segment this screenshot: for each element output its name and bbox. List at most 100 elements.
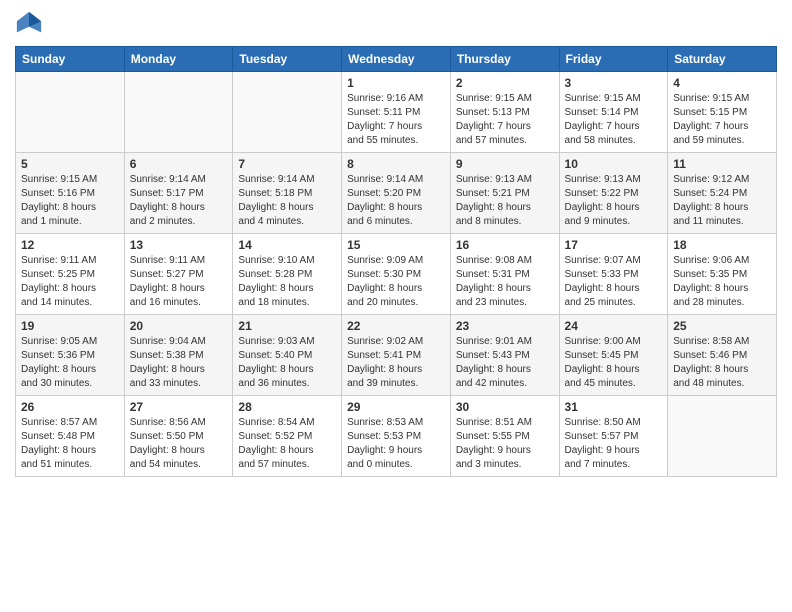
day-info: Sunrise: 9:13 AM Sunset: 5:21 PM Dayligh… <box>456 173 554 229</box>
day-header-thursday: Thursday <box>450 47 559 72</box>
logo <box>15 10 47 38</box>
day-number: 23 <box>456 319 554 333</box>
calendar-cell: 9 Sunrise: 9:13 AM Sunset: 5:21 PM Daylig… <box>450 153 559 234</box>
day-header-tuesday: Tuesday <box>233 47 342 72</box>
day-number: 4 <box>673 76 771 90</box>
day-number: 15 <box>347 238 445 252</box>
day-info: Sunrise: 9:01 AM Sunset: 5:43 PM Dayligh… <box>456 335 554 391</box>
day-info: Sunrise: 9:14 AM Sunset: 5:18 PM Dayligh… <box>238 173 336 229</box>
day-number: 21 <box>238 319 336 333</box>
day-info: Sunrise: 9:15 AM Sunset: 5:14 PM Dayligh… <box>565 92 663 148</box>
calendar-cell: 12 Sunrise: 9:11 AM Sunset: 5:25 PM Dayli… <box>16 234 125 315</box>
calendar-cell <box>16 72 125 153</box>
day-info: Sunrise: 9:02 AM Sunset: 5:41 PM Dayligh… <box>347 335 445 391</box>
week-row: 26Sunrise: 8:57 AM Sunset: 5:48 PM Dayli… <box>16 396 777 477</box>
day-number: 31 <box>565 400 663 414</box>
calendar-cell: 3 Sunrise: 9:15 AM Sunset: 5:14 PM Daylig… <box>559 72 668 153</box>
calendar-cell: 11 Sunrise: 9:12 AM Sunset: 5:24 PM Dayli… <box>668 153 777 234</box>
calendar-table: SundayMondayTuesdayWednesdayThursdayFrid… <box>15 46 777 477</box>
calendar-cell <box>124 72 233 153</box>
calendar-cell: 29 Sunrise: 8:53 AM Sunset: 5:53 PM Dayli… <box>342 396 451 477</box>
day-number: 24 <box>565 319 663 333</box>
calendar-cell: 10 Sunrise: 9:13 AM Sunset: 5:22 PM Dayli… <box>559 153 668 234</box>
day-info: Sunrise: 8:51 AM Sunset: 5:55 PM Dayligh… <box>456 416 554 472</box>
calendar-cell: 5 Sunrise: 9:15 AM Sunset: 5:16 PM Daylig… <box>16 153 125 234</box>
day-info: Sunrise: 8:58 AM Sunset: 5:46 PM Dayligh… <box>673 335 771 391</box>
day-number: 3 <box>565 76 663 90</box>
week-row: 12 Sunrise: 9:11 AM Sunset: 5:25 PM Dayli… <box>16 234 777 315</box>
day-number: 12 <box>21 238 119 252</box>
day-header-wednesday: Wednesday <box>342 47 451 72</box>
day-number: 10 <box>565 157 663 171</box>
calendar-cell: 22 Sunrise: 9:02 AM Sunset: 5:41 PM Dayli… <box>342 315 451 396</box>
calendar-cell: 17Sunrise: 9:07 AM Sunset: 5:33 PM Dayli… <box>559 234 668 315</box>
calendar-cell <box>233 72 342 153</box>
day-info: Sunrise: 9:08 AM Sunset: 5:31 PM Dayligh… <box>456 254 554 310</box>
day-info: Sunrise: 8:57 AM Sunset: 5:48 PM Dayligh… <box>21 416 119 472</box>
day-number: 16 <box>456 238 554 252</box>
logo-icon <box>15 10 43 38</box>
day-header-monday: Monday <box>124 47 233 72</box>
week-row: 5 Sunrise: 9:15 AM Sunset: 5:16 PM Daylig… <box>16 153 777 234</box>
day-number: 29 <box>347 400 445 414</box>
day-info: Sunrise: 8:53 AM Sunset: 5:53 PM Dayligh… <box>347 416 445 472</box>
day-header-sunday: Sunday <box>16 47 125 72</box>
day-number: 5 <box>21 157 119 171</box>
week-row: 1 Sunrise: 9:16 AM Sunset: 5:11 PM Daylig… <box>16 72 777 153</box>
calendar-cell: 2 Sunrise: 9:15 AM Sunset: 5:13 PM Daylig… <box>450 72 559 153</box>
calendar-cell: 31Sunrise: 8:50 AM Sunset: 5:57 PM Dayli… <box>559 396 668 477</box>
day-number: 13 <box>130 238 228 252</box>
day-number: 22 <box>347 319 445 333</box>
week-row: 19Sunrise: 9:05 AM Sunset: 5:36 PM Dayli… <box>16 315 777 396</box>
day-info: Sunrise: 9:00 AM Sunset: 5:45 PM Dayligh… <box>565 335 663 391</box>
day-info: Sunrise: 8:54 AM Sunset: 5:52 PM Dayligh… <box>238 416 336 472</box>
calendar-cell: 25Sunrise: 8:58 AM Sunset: 5:46 PM Dayli… <box>668 315 777 396</box>
day-number: 11 <box>673 157 771 171</box>
day-info: Sunrise: 9:15 AM Sunset: 5:16 PM Dayligh… <box>21 173 119 229</box>
day-header-saturday: Saturday <box>668 47 777 72</box>
calendar-cell: 20Sunrise: 9:04 AM Sunset: 5:38 PM Dayli… <box>124 315 233 396</box>
header <box>15 10 777 38</box>
calendar-cell: 15 Sunrise: 9:09 AM Sunset: 5:30 PM Dayli… <box>342 234 451 315</box>
day-number: 7 <box>238 157 336 171</box>
day-number: 6 <box>130 157 228 171</box>
calendar-cell: 30 Sunrise: 8:51 AM Sunset: 5:55 PM Dayli… <box>450 396 559 477</box>
day-number: 8 <box>347 157 445 171</box>
calendar-cell: 23 Sunrise: 9:01 AM Sunset: 5:43 PM Dayli… <box>450 315 559 396</box>
calendar-cell: 28 Sunrise: 8:54 AM Sunset: 5:52 PM Dayli… <box>233 396 342 477</box>
day-info: Sunrise: 9:16 AM Sunset: 5:11 PM Dayligh… <box>347 92 445 148</box>
day-info: Sunrise: 9:13 AM Sunset: 5:22 PM Dayligh… <box>565 173 663 229</box>
day-number: 30 <box>456 400 554 414</box>
day-info: Sunrise: 9:09 AM Sunset: 5:30 PM Dayligh… <box>347 254 445 310</box>
day-info: Sunrise: 9:14 AM Sunset: 5:20 PM Dayligh… <box>347 173 445 229</box>
calendar-cell: 8 Sunrise: 9:14 AM Sunset: 5:20 PM Daylig… <box>342 153 451 234</box>
page: SundayMondayTuesdayWednesdayThursdayFrid… <box>0 0 792 612</box>
calendar-cell: 1 Sunrise: 9:16 AM Sunset: 5:11 PM Daylig… <box>342 72 451 153</box>
day-number: 18 <box>673 238 771 252</box>
calendar-cell: 13Sunrise: 9:11 AM Sunset: 5:27 PM Dayli… <box>124 234 233 315</box>
day-number: 2 <box>456 76 554 90</box>
calendar-cell: 18Sunrise: 9:06 AM Sunset: 5:35 PM Dayli… <box>668 234 777 315</box>
day-info: Sunrise: 9:10 AM Sunset: 5:28 PM Dayligh… <box>238 254 336 310</box>
calendar-cell: 19Sunrise: 9:05 AM Sunset: 5:36 PM Dayli… <box>16 315 125 396</box>
calendar-cell: 4Sunrise: 9:15 AM Sunset: 5:15 PM Daylig… <box>668 72 777 153</box>
day-info: Sunrise: 9:15 AM Sunset: 5:13 PM Dayligh… <box>456 92 554 148</box>
calendar-cell: 27Sunrise: 8:56 AM Sunset: 5:50 PM Dayli… <box>124 396 233 477</box>
calendar-cell: 26Sunrise: 8:57 AM Sunset: 5:48 PM Dayli… <box>16 396 125 477</box>
day-info: Sunrise: 9:12 AM Sunset: 5:24 PM Dayligh… <box>673 173 771 229</box>
day-info: Sunrise: 9:05 AM Sunset: 5:36 PM Dayligh… <box>21 335 119 391</box>
day-header-friday: Friday <box>559 47 668 72</box>
day-number: 17 <box>565 238 663 252</box>
day-info: Sunrise: 9:11 AM Sunset: 5:25 PM Dayligh… <box>21 254 119 310</box>
calendar-cell: 21 Sunrise: 9:03 AM Sunset: 5:40 PM Dayli… <box>233 315 342 396</box>
calendar-cell: 16 Sunrise: 9:08 AM Sunset: 5:31 PM Dayli… <box>450 234 559 315</box>
calendar-cell: 24 Sunrise: 9:00 AM Sunset: 5:45 PM Dayli… <box>559 315 668 396</box>
day-info: Sunrise: 9:03 AM Sunset: 5:40 PM Dayligh… <box>238 335 336 391</box>
day-number: 9 <box>456 157 554 171</box>
calendar-cell: 6 Sunrise: 9:14 AM Sunset: 5:17 PM Daylig… <box>124 153 233 234</box>
day-number: 28 <box>238 400 336 414</box>
day-info: Sunrise: 9:14 AM Sunset: 5:17 PM Dayligh… <box>130 173 228 229</box>
calendar-cell <box>668 396 777 477</box>
day-number: 1 <box>347 76 445 90</box>
calendar-cell: 14Sunrise: 9:10 AM Sunset: 5:28 PM Dayli… <box>233 234 342 315</box>
